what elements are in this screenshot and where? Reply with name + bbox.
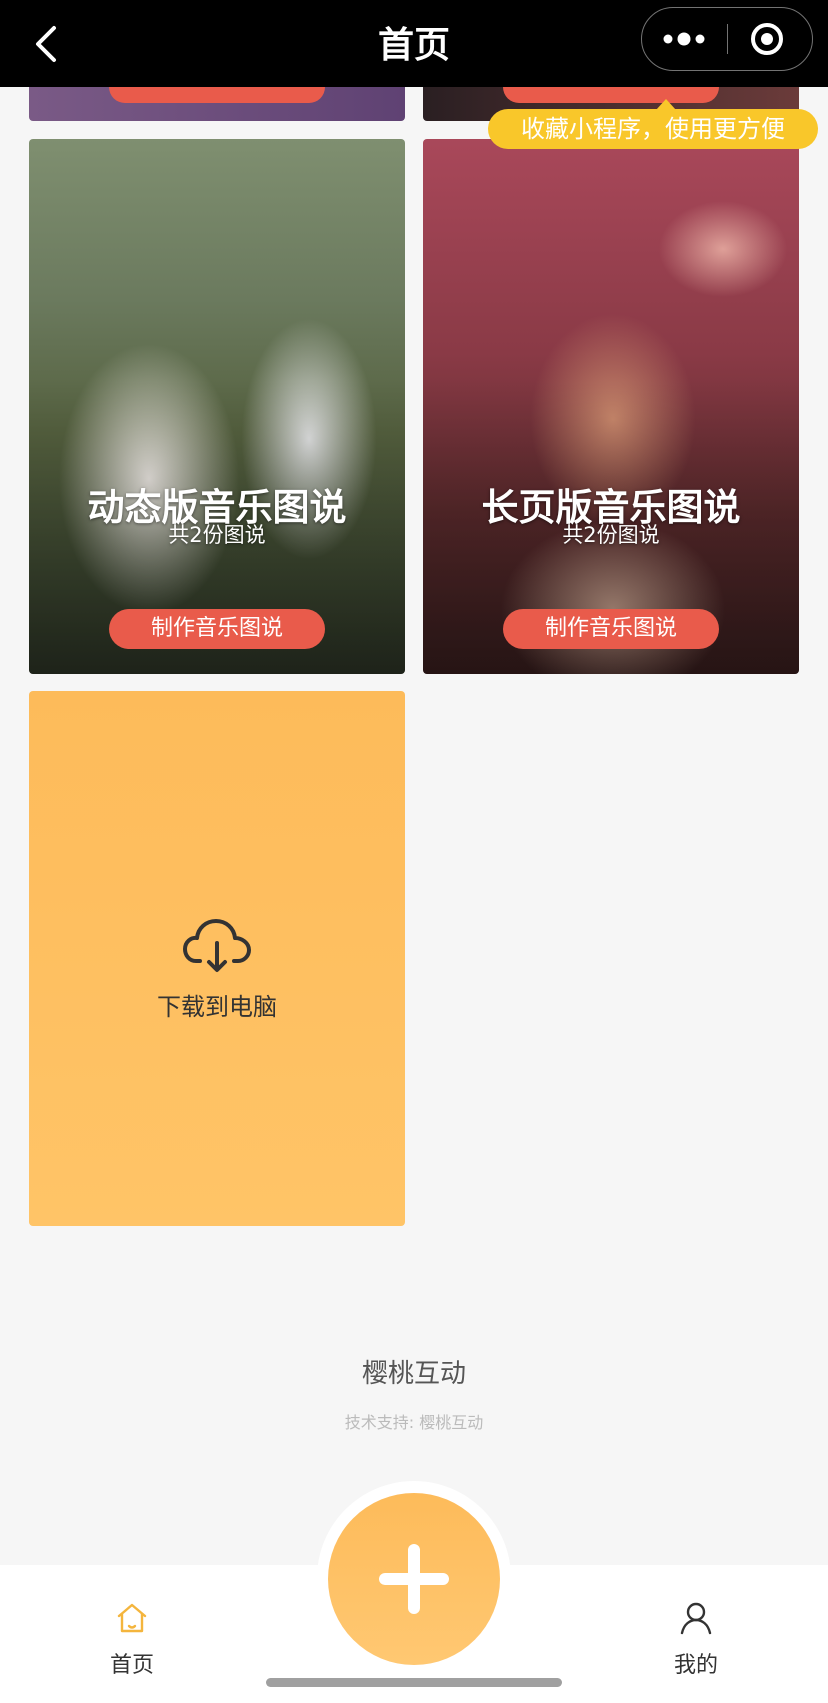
home-indicator [266, 1678, 562, 1687]
cloud-download-icon [183, 919, 251, 972]
top-navbar: 首页 [0, 0, 828, 87]
miniprogram-capsule [641, 7, 813, 71]
chevron-left-icon [36, 26, 56, 62]
partial-make-button[interactable] [109, 87, 325, 103]
template-card-longpage[interactable]: 长页版音乐图说 共2份图说 制作音乐图说 [423, 139, 799, 674]
home-icon [117, 1603, 147, 1633]
add-button[interactable] [328, 1493, 500, 1665]
template-card-dynamic[interactable]: 动态版音乐图说 共2份图说 制作音乐图说 [29, 139, 405, 674]
footer-brand: 樱桃互动 [361, 1359, 466, 1389]
make-music-story-button[interactable]: 制作音乐图说 [503, 609, 719, 649]
card-image-overlay [29, 139, 405, 674]
partial-make-button[interactable] [503, 87, 719, 103]
close-miniprogram-button[interactable] [728, 8, 812, 70]
user-icon [680, 1602, 712, 1635]
plus-icon [408, 1544, 420, 1614]
card-subtitle: 共2份图说 [562, 523, 660, 547]
more-button[interactable] [642, 8, 727, 70]
tab-mine[interactable]: 我的 [596, 1565, 796, 1703]
back-button[interactable] [28, 22, 68, 66]
tab-mine-label: 我的 [673, 1653, 718, 1678]
download-to-pc-card[interactable]: 下载到电脑 [29, 691, 405, 1226]
card-subtitle: 共2份图说 [168, 523, 266, 547]
card-image-overlay [423, 139, 799, 674]
make-music-story-button[interactable]: 制作音乐图说 [109, 609, 325, 649]
target-circle-icon [751, 23, 783, 55]
tab-home-label: 首页 [109, 1653, 154, 1678]
tab-home[interactable]: 首页 [32, 1565, 232, 1703]
three-dots-icon [663, 32, 705, 46]
partial-template-card [29, 87, 405, 121]
footer-support-text: 技术支持: 樱桃互动 [344, 1413, 484, 1432]
favorite-tooltip: 收藏小程序，使用更方便 [488, 99, 818, 149]
download-label: 下载到电脑 [157, 993, 277, 1021]
